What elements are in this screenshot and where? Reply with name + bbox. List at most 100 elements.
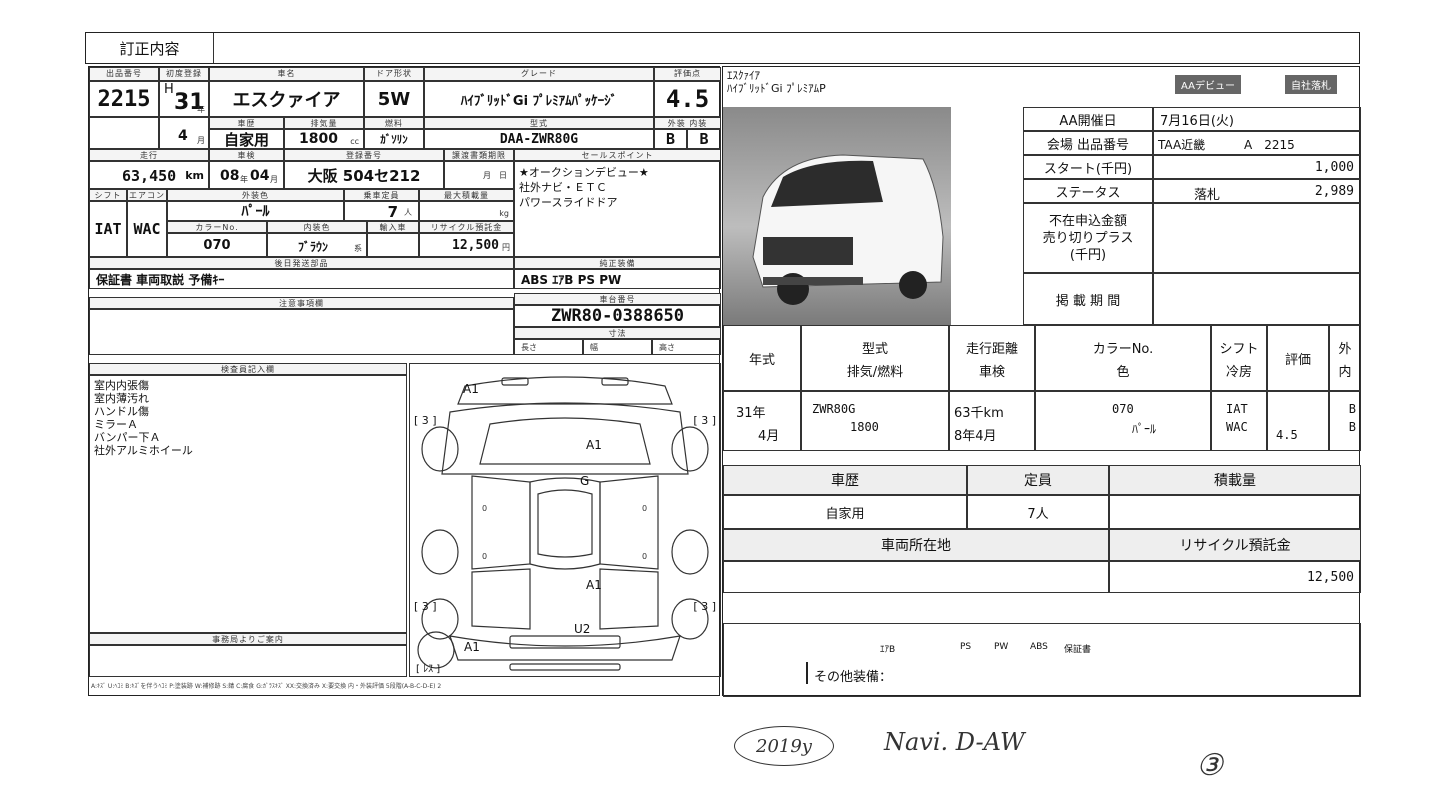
summary-title: ｴｽｸｧｲｱ ﾊｲﾌﾞﾘｯﾄﾞGi ﾌﾟﾚﾐｱﾑP <box>727 69 826 95</box>
status-label: ステータス <box>1023 179 1153 203</box>
door-label: ドア形状 <box>364 67 424 81</box>
ext-color-label: 外装色 <box>167 189 344 201</box>
recycle-header: リサイクル預託金 <box>1109 529 1361 561</box>
summary-panel: ｴｽｸｧｲｱ ﾊｲﾌﾞﾘｯﾄﾞGi ﾌﾟﾚﾐｱﾑP AAデビュー 自社落札 AA… <box>722 66 1361 697</box>
ac: WAC <box>127 201 167 257</box>
notes-label: 注意事項欄 <box>89 297 514 309</box>
model-label: 型式 <box>424 117 654 129</box>
auction-sheet: 出品番号 初度登録 車名 ドア形状 グレード 評価点 2215 H 31 年 エ… <box>88 66 721 696</box>
ext-grade: B <box>654 129 687 149</box>
chassis-label: 車台番号 <box>514 293 721 305</box>
handwritten-mark: ③ <box>1196 748 1223 783</box>
length: 長さ <box>514 339 583 355</box>
start-price: 1,000 <box>1153 155 1361 179</box>
color-no-label: カラーNo. <box>167 221 267 233</box>
handwritten-note: Navi. D-AW <box>884 728 1025 756</box>
spec-color-header: カラーNo. 色 <box>1035 325 1211 391</box>
inspector-note: 室内内張傷 <box>94 379 149 392</box>
displacement: 1800 cc <box>284 129 364 149</box>
sales-point-item: パワースライドドア <box>519 196 618 209</box>
std-equip: ABS ｴｱB PS PW <box>514 269 721 289</box>
equip-pw: PW <box>994 642 1009 652</box>
capacity: 7 人 <box>344 201 419 221</box>
ac-label: エアコン <box>127 189 167 201</box>
spec-extint-header: 外 内 <box>1329 325 1361 391</box>
std-equip-label: 純正装備 <box>514 257 721 269</box>
fuel-label: 燃料 <box>364 117 424 129</box>
correction-label: 訂正内容 <box>86 33 214 63</box>
recycle-fee: 12,500 円 <box>419 233 514 257</box>
history-header: 車歴 <box>723 465 967 495</box>
car-name-label: 車名 <box>209 67 364 81</box>
office-notes <box>89 645 407 677</box>
spec-model-header: 型式 排気/燃料 <box>801 325 949 391</box>
inspection-label: 車検 <box>209 149 284 161</box>
spec-shift-header: シフト 冷房 <box>1211 325 1267 391</box>
plate: 大阪 504セ212 <box>284 161 444 189</box>
damage-u2-bumper: U2 <box>574 622 591 636</box>
tire-depth-rl: [ 3 ] <box>414 600 437 613</box>
listing-period <box>1153 273 1361 325</box>
dims-label: 寸法 <box>514 327 721 339</box>
max-load-label: 最大積載量 <box>419 189 514 201</box>
other-equip-label: その他装備： <box>814 670 893 685</box>
width: 幅 <box>583 339 652 355</box>
car-outline-icon <box>417 376 709 671</box>
legend: A:ｷｽﾞ U:ﾍｺﾐ B:ｷｽﾞを伴うﾍｺﾐ P:塗装跡 W:補修跡 S:錆 … <box>91 683 442 690</box>
doc-expiry-label: 譲渡書類期限 <box>444 149 514 161</box>
import <box>367 233 419 257</box>
venue: TAA近畿 A 2215 <box>1153 131 1361 155</box>
shift-label: シフト <box>89 189 127 201</box>
spec-mileage-header: 走行距離 車検 <box>949 325 1035 391</box>
recycle-value: 12,500 <box>1109 561 1361 593</box>
tire-depth-rr: [ 3 ] <box>693 600 716 613</box>
first-reg-label: 初度登録 <box>159 67 209 81</box>
history-label: 車歴 <box>209 117 284 129</box>
spec-score: 4.5 <box>1267 391 1329 451</box>
absentee-label: 不在申込金額 売り切りプラス (千円) <box>1023 203 1153 273</box>
equip-warranty: 保証書 <box>1064 645 1092 655</box>
location-value <box>723 561 1109 593</box>
panel-zero: 0 <box>482 552 488 561</box>
panel-zero: 0 <box>642 552 648 561</box>
tire-depth-fl: [ 3 ] <box>414 414 437 427</box>
handwritten-year: 2019y <box>734 726 834 766</box>
damage-a1-bumper: A1 <box>464 640 480 654</box>
damage-a1-front: A1 <box>463 382 479 396</box>
height: 高さ <box>652 339 721 355</box>
sales-points: ★オークションデビュー★ 社外ナビ・ＥＴＣ パワースライドドア <box>514 161 721 257</box>
lot-no: 2215 <box>89 81 159 117</box>
aa-date: 7月16日(火) <box>1153 107 1361 131</box>
first-reg-year: H 31 年 <box>159 81 209 117</box>
spec-shift: IAT WAC <box>1211 391 1267 451</box>
import-label: 輸入車 <box>367 221 419 233</box>
own-bid-badge: 自社落札 <box>1285 75 1337 94</box>
load-value <box>1109 495 1361 529</box>
sales-point-item: 社外ナビ・ＥＴＣ <box>519 181 607 194</box>
sales-point-label: セールスポイント <box>514 149 721 161</box>
lot-no-label: 出品番号 <box>89 67 159 81</box>
tire-depth-fr: [ 3 ] <box>693 414 716 427</box>
fuel: ｶﾞｿﾘﾝ <box>364 129 424 149</box>
inspector-notes: 室内内張傷 室内薄汚れ ハンドル傷 ミラーＡ バンパー下Ａ 社外アルミホイール <box>89 375 407 633</box>
spare-tire: [ ﾚｽ ] <box>416 664 441 675</box>
int-grade: B <box>687 129 721 149</box>
location-header: 車両所在地 <box>723 529 1109 561</box>
int-color-label: 内装色 <box>267 221 367 233</box>
notes <box>89 309 514 355</box>
doc-expiry: 月 日 <box>444 161 514 189</box>
car-diagram: A1 [ 3 ] [ 3 ] A1 G 0 0 0 0 A1 [ 3 ] [ 3… <box>409 363 721 677</box>
equip-ps: PS <box>960 642 972 652</box>
displacement-label: 排気量 <box>284 117 364 129</box>
office-label: 事務局よりご案内 <box>89 633 407 645</box>
spec-extint: B B <box>1329 391 1361 451</box>
spec-color: 070 ﾊﾟｰﾙ <box>1035 391 1211 451</box>
shift: IAT <box>89 201 127 257</box>
grade-label: グレード <box>424 67 654 81</box>
absentee-value <box>1153 203 1361 273</box>
mileage: 63,450 km <box>89 161 209 189</box>
spec-year: 31年 4月 <box>723 391 801 451</box>
recycle-label: リサイクル預託金 <box>419 221 514 233</box>
equipment-box: ｴｱB PS PW ABS 保証書 その他装備： <box>723 623 1361 697</box>
spec-mileage: 63千km 8年4月 <box>949 391 1035 451</box>
